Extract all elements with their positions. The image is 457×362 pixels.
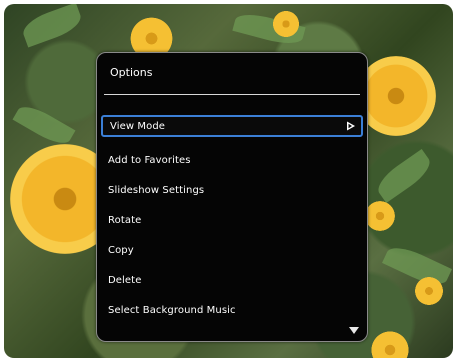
menu-item-label: Add to Favorites — [108, 154, 191, 166]
menu-title: Options — [110, 66, 153, 79]
menu-item-copy[interactable]: Copy — [101, 235, 363, 265]
flower-decoration — [364, 200, 396, 232]
flower-decoration — [414, 276, 444, 306]
menu-item-select-background-music[interactable]: Select Background Music — [101, 295, 363, 325]
triangle-right-icon — [347, 121, 355, 131]
menu-item-label: Delete — [108, 274, 142, 286]
leaf-decoration — [372, 148, 436, 204]
menu-item-add-to-favorites[interactable]: Add to Favorites — [101, 145, 363, 175]
menu-item-label: View Mode — [110, 120, 166, 132]
flower-decoration — [356, 56, 436, 136]
options-menu-panel: Options View Mode Add to Favorites Slide… — [96, 52, 368, 342]
triangle-down-icon[interactable] — [349, 327, 359, 334]
title-divider — [104, 94, 360, 95]
menu-item-delete[interactable]: Delete — [101, 265, 363, 295]
menu-item-label: Slideshow Settings — [108, 184, 205, 196]
flower-decoration — [272, 10, 300, 38]
menu-item-label: Copy — [108, 244, 134, 256]
menu-list: View Mode Add to Favorites Slideshow Set… — [101, 115, 363, 325]
menu-item-rotate[interactable]: Rotate — [101, 205, 363, 235]
flower-decoration — [370, 330, 410, 358]
menu-item-label: Rotate — [108, 214, 142, 226]
leaf-decoration — [19, 4, 85, 48]
leaf-decoration — [12, 100, 76, 150]
menu-item-label: Select Background Music — [108, 304, 236, 316]
menu-item-view-mode[interactable]: View Mode — [101, 115, 363, 137]
menu-item-slideshow-settings[interactable]: Slideshow Settings — [101, 175, 363, 205]
